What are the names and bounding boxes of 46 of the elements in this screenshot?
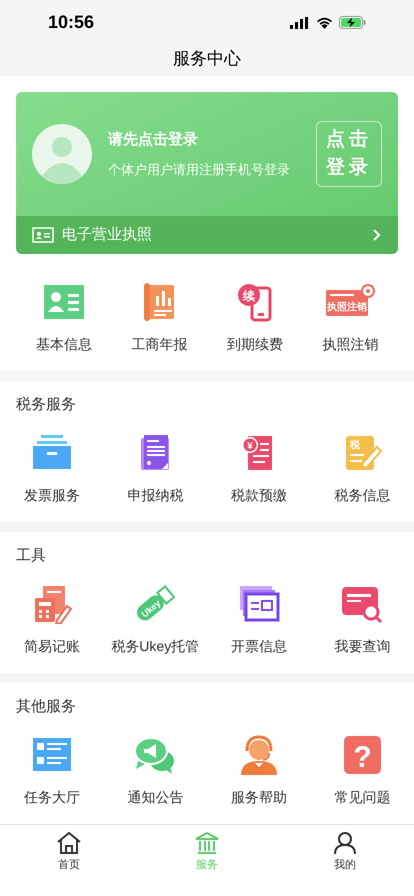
- pencil-icon: [360, 446, 383, 470]
- icon-label: 执照注销: [327, 302, 368, 314]
- section-title: 工具: [16, 547, 46, 564]
- service-label[interactable]: 到期续费: [226, 334, 283, 356]
- license-label: 电子营业执照: [62, 225, 153, 246]
- service-label[interactable]: 税务信息: [334, 485, 390, 506]
- service-label[interactable]: 常见问题: [334, 787, 390, 808]
- coin-icon: [242, 437, 258, 454]
- service-label[interactable]: 通知公告: [127, 787, 184, 808]
- battery-charging-icon: [339, 16, 366, 30]
- id-card-icon: [32, 227, 54, 244]
- icon-label: 税: [350, 440, 360, 452]
- service-label[interactable]: 执照注销: [322, 334, 378, 356]
- user-icon: [332, 831, 358, 856]
- service-label[interactable]: 税款预缴: [230, 485, 287, 506]
- service-label[interactable]: 基本信息: [36, 334, 92, 356]
- page-title: 服务中心: [173, 48, 241, 70]
- service-label[interactable]: 申报纳税: [127, 485, 184, 506]
- icon-label: ?: [354, 741, 372, 774]
- speech-badge: [238, 284, 260, 306]
- icon-label: 续: [242, 289, 255, 304]
- tab-item[interactable]: 我的: [276, 831, 414, 874]
- service-label[interactable]: 服务帮助: [230, 787, 287, 808]
- login-hint: 个体户用户请用注册手机号登录: [108, 160, 291, 179]
- seal-icon: [361, 284, 376, 298]
- tab-item[interactable]: 首页: [0, 831, 138, 874]
- signal-icon: [290, 16, 310, 29]
- license-card-icon: [326, 290, 368, 316]
- login-title: 请先点击登录: [108, 130, 199, 150]
- service-label[interactable]: 我要查询: [334, 636, 390, 658]
- home-icon: [56, 831, 82, 856]
- chevron-right-icon: [372, 228, 382, 242]
- question-tile: [344, 736, 382, 774]
- service-label[interactable]: 简易记账: [24, 636, 80, 658]
- service-label[interactable]: 开票信息: [230, 636, 287, 658]
- bank-icon: [194, 831, 220, 856]
- avatar-icon: [32, 124, 92, 184]
- section-title: 税务服务: [16, 396, 76, 414]
- service-label[interactable]: 工商年报: [131, 334, 188, 356]
- service-label[interactable]: 发票服务: [24, 485, 80, 506]
- icon-label: ¥: [246, 441, 253, 452]
- wifi-icon: [316, 16, 333, 29]
- status-time: 10:56: [48, 11, 94, 34]
- service-label[interactable]: 任务大厅: [24, 787, 80, 808]
- section-title: 其他服务: [16, 698, 76, 716]
- service-label[interactable]: 税务Ukey托管: [111, 636, 200, 658]
